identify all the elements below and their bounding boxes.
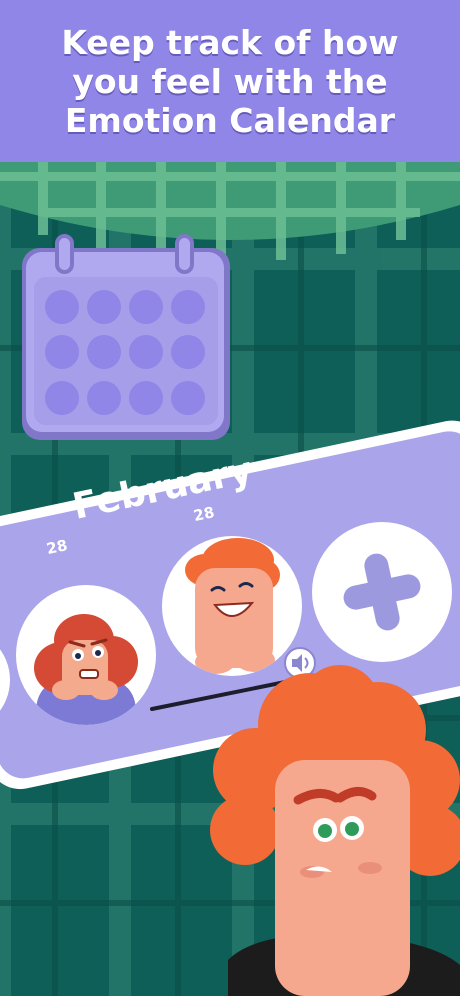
promo-title: Keep track of how you feel with the Emot… bbox=[45, 23, 414, 140]
add-entry-button[interactable] bbox=[312, 522, 452, 662]
promo-title-line: Keep track of how bbox=[61, 22, 399, 62]
calendar-icon bbox=[22, 234, 230, 440]
promo-header: Keep track of how you feel with the Emot… bbox=[0, 0, 460, 162]
promo-title-line: you feel with the bbox=[72, 61, 388, 101]
promo-title-line: Emotion Calendar bbox=[64, 100, 396, 140]
emotion-entry-happy[interactable] bbox=[162, 536, 302, 676]
app-screen: February 28 28 Keep track of how you fee… bbox=[0, 0, 460, 996]
